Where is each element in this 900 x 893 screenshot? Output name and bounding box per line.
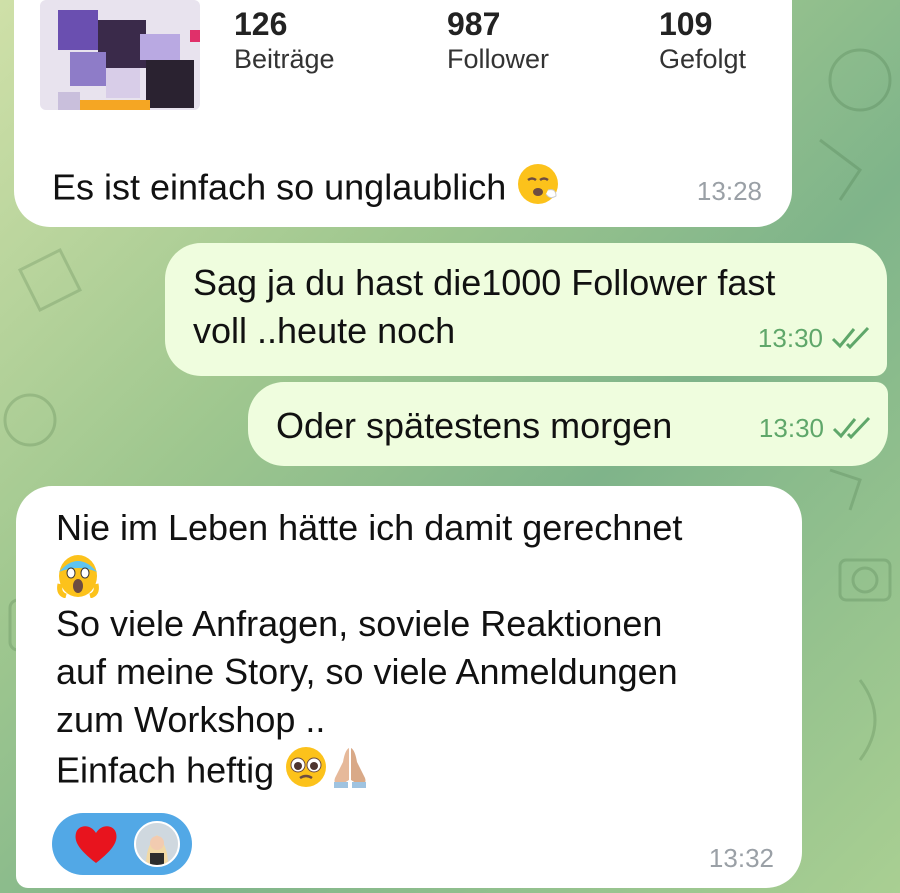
message-line: Es ist einfach so unglaublich (52, 166, 507, 208)
user-avatar (134, 821, 180, 867)
pleading-face-emoji-icon (284, 745, 328, 801)
stat-following-label: Gefolgt (659, 44, 747, 74)
message-line: zum Workshop .. (56, 699, 326, 740)
message-bubble-outgoing-1[interactable]: Sag ja du hast die1000 Follower fast vol… (165, 243, 887, 376)
screaming-face-emoji-icon (56, 552, 682, 600)
message-time: 13:28 (696, 176, 762, 206)
stat-following[interactable]: 109 Gefolgt (659, 6, 746, 76)
message-text: Nie im Leben hätte ich damit gerechnet S… (56, 504, 682, 802)
message-time-wrap: 13:30 (758, 314, 873, 364)
message-text: Es ist einfach so unglaublich (52, 162, 560, 218)
red-heart-icon (72, 821, 120, 872)
message-line: Oder spätestens morgen (276, 405, 673, 446)
message-line: voll ..heute noch (193, 310, 456, 351)
message-text: Oder spätestens morgen (276, 402, 672, 450)
stat-following-value: 109 (659, 6, 713, 42)
message-time-wrap: 13:30 (759, 404, 874, 454)
stat-posts-value: 126 (234, 6, 288, 42)
message-time: 13:30 (758, 412, 824, 443)
stat-posts-label: Beiträge (234, 44, 335, 74)
profile-avatar (40, 0, 200, 110)
message-line: So viele Anfragen, soviele Reaktionen (56, 603, 663, 644)
message-time: 13:30 (757, 322, 823, 353)
message-line: Sag ja du hast die1000 Follower fast (193, 262, 776, 303)
stat-followers-value: 987 (447, 6, 501, 42)
double-check-icon (831, 316, 873, 364)
message-bubble-incoming-1[interactable]: 126 Beiträge 987 Follower 109 Gefolgt Es… (14, 0, 792, 227)
stat-posts[interactable]: 126 Beiträge (234, 6, 335, 76)
exhausted-face-emoji-icon (516, 162, 560, 218)
message-line-last: Einfach heftig (56, 744, 682, 802)
message-time: 13:32 (708, 843, 774, 873)
message-bubble-outgoing-2[interactable]: Oder spätestens morgen 13:30 (248, 382, 888, 466)
double-check-icon (832, 406, 874, 454)
message-line: auf meine Story, so viele Anmeldungen (56, 651, 678, 692)
message-line: Einfach heftig (56, 749, 275, 791)
message-line: Nie im Leben hätte ich damit gerechnet (56, 507, 683, 548)
reaction-pill[interactable] (52, 813, 192, 875)
folded-hands-emoji-icon (328, 744, 372, 802)
message-text: Sag ja du hast die1000 Follower fast vol… (193, 259, 775, 355)
stat-followers-label: Follower (447, 44, 550, 74)
stat-followers[interactable]: 987 Follower (447, 6, 549, 76)
